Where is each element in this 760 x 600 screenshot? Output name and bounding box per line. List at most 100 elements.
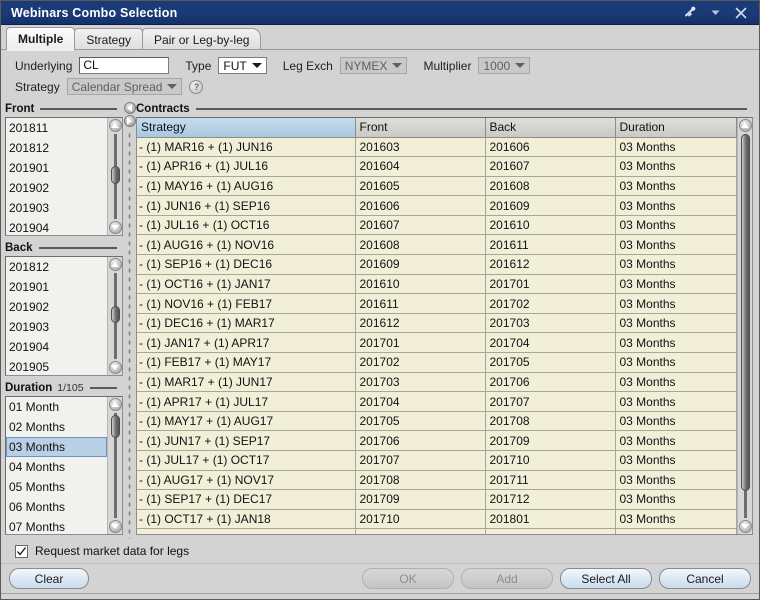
table-row[interactable]: - (1) MAR17 + (1) JUN17 201703 201706 03 Mo… <box>137 372 737 393</box>
list-item[interactable]: 201811 <box>6 118 107 138</box>
list-item[interactable]: 04 Months <box>6 457 107 477</box>
ok-button[interactable]: OK <box>362 568 454 589</box>
title-bar: Webinars Combo Selection <box>1 1 759 25</box>
select-all-button[interactable]: Select All <box>560 568 652 589</box>
cancel-button[interactable]: Cancel <box>659 568 751 589</box>
underlying-input[interactable]: CL <box>79 57 170 74</box>
table-cell-duration: 03 Months <box>615 293 737 314</box>
table-cell-front: 201711 <box>355 528 486 534</box>
list-item[interactable]: 201903 <box>6 198 107 218</box>
table-row[interactable]: - (1) JUN17 + (1) SEP17 201706 201709 03 Mo… <box>137 430 737 451</box>
list-item[interactable]: 06 Months <box>6 497 107 517</box>
list-item[interactable]: 201901 <box>6 277 107 297</box>
chevron-down-icon[interactable] <box>707 5 723 21</box>
contracts-scrollbar[interactable] <box>737 118 752 534</box>
list-item-selected[interactable]: 03 Months <box>6 436 107 457</box>
list-item[interactable]: 02 Months <box>6 417 107 437</box>
contracts-scroll-thumb[interactable] <box>740 134 750 492</box>
pane-splitter[interactable] <box>123 101 136 539</box>
duration-listbox[interactable]: 01 Month 02 Months 03 Months 04 Months 0… <box>5 395 123 535</box>
scroll-up-icon[interactable] <box>108 119 122 132</box>
table-row[interactable]: - (1) OCT16 + (1) JAN17 201610 201701 03 Mo… <box>137 274 737 295</box>
list-item[interactable]: 201905 <box>6 357 107 374</box>
table-row[interactable]: - (1) MAY17 + (1) AUG17 201705 201708 03 Mo… <box>137 411 737 432</box>
back-scroll-track[interactable] <box>110 273 120 359</box>
duration-scrollbar[interactable] <box>107 396 122 534</box>
list-item[interactable]: 201812 <box>6 257 107 277</box>
scroll-down-icon[interactable] <box>108 360 122 374</box>
front-scroll-thumb[interactable] <box>110 166 120 184</box>
scroll-up-icon[interactable] <box>108 258 122 272</box>
scroll-up-icon[interactable] <box>108 397 122 411</box>
table-row[interactable]: - (1) SEP16 + (1) DEC16 201609 201612 03 Mo… <box>137 254 737 275</box>
table-row[interactable]: - (1) MAR16 + (1) JUN16 201603 201606 03 Mo… <box>137 137 737 158</box>
back-scrollbar[interactable] <box>107 257 122 375</box>
list-item[interactable]: 201904 <box>6 337 107 357</box>
table-row[interactable]: - (1) APR17 + (1) JUL17 201704 201707 03 Mo… <box>137 391 737 412</box>
tab-strategy[interactable]: Strategy <box>74 28 144 50</box>
front-scrollbar[interactable] <box>107 118 122 236</box>
list-item[interactable]: 01 Month <box>6 397 107 417</box>
duration-scroll-thumb[interactable] <box>110 415 120 439</box>
table-cell-front: 201709 <box>355 489 486 510</box>
back-scroll-thumb[interactable] <box>110 305 120 324</box>
list-item[interactable]: 05 Months <box>6 477 107 497</box>
column-header-strategy[interactable]: Strategy <box>137 118 356 138</box>
collapse-right-icon[interactable] <box>123 115 136 127</box>
table-row[interactable]: - (1) SEP17 + (1) DEC17 201709 201712 03 Mo… <box>137 489 737 510</box>
contracts-scroll-track[interactable] <box>740 134 750 518</box>
chevron-down-icon <box>515 63 526 68</box>
scroll-up-icon[interactable] <box>738 119 752 132</box>
list-item[interactable]: 201902 <box>6 178 107 198</box>
duration-scroll-track[interactable] <box>110 412 120 518</box>
leg-exch-dropdown[interactable]: NYMEX <box>339 57 408 74</box>
table-cell-front: 201608 <box>355 234 486 256</box>
table-row[interactable]: - (1) JUL16 + (1) OCT16 201607 201610 03 Mo… <box>137 215 737 236</box>
close-icon[interactable] <box>733 5 749 21</box>
column-header-duration[interactable]: Duration <box>615 118 737 138</box>
table-row[interactable]: - (1) FEB17 + (1) MAY17 201702 201705 03 Mo… <box>137 352 737 373</box>
request-market-data-checkbox[interactable] <box>15 544 28 558</box>
table-row[interactable]: - (1) MAY16 + (1) AUG16 201605 201608 03 Mo… <box>137 176 737 197</box>
contracts-table-scroll: Strategy Front Back Duration - (1) MAR16… <box>137 118 737 534</box>
table-row[interactable]: - (1) JAN17 + (1) APR17 201701 201704 03 Mo… <box>137 332 737 354</box>
front-divider <box>40 108 117 110</box>
front-scroll-track[interactable] <box>110 134 120 220</box>
table-cell-duration: 03 Months <box>615 509 737 530</box>
list-item[interactable]: 201903 <box>6 317 107 337</box>
tab-pair-or-leg-by-leg[interactable]: Pair or Leg-by-leg <box>142 28 262 50</box>
table-row[interactable]: - (1) OCT17 + (1) JAN18 201710 201801 03 Mo… <box>137 509 737 530</box>
pin-icon[interactable] <box>681 5 697 21</box>
list-item[interactable]: 201904 <box>6 218 107 235</box>
strategy-dropdown[interactable]: Calendar Spread <box>66 78 183 95</box>
clear-button[interactable]: Clear <box>9 568 89 589</box>
list-item[interactable]: 201902 <box>6 297 107 317</box>
list-item[interactable]: 201901 <box>6 158 107 178</box>
table-row[interactable]: - (1) JUN16 + (1) SEP16 201606 201609 03 Mo… <box>137 195 737 216</box>
collapse-left-icon[interactable] <box>123 102 136 114</box>
type-dropdown[interactable]: FUT <box>218 57 267 74</box>
tab-multiple[interactable]: Multiple <box>6 27 76 51</box>
table-row[interactable]: - (1) JUL17 + (1) OCT17 201707 201710 03 Mo… <box>137 450 737 471</box>
table-row[interactable]: - (1) DEC16 + (1) MAR17 201612 201703 03 Mo… <box>137 313 737 334</box>
table-row[interactable]: - (1) AUG17 + (1) NOV17 201708 201711 03 Mo… <box>137 470 737 491</box>
front-listbox[interactable]: 201811 201812 201901 201902 201903 20190… <box>5 117 123 237</box>
help-icon[interactable]: ? <box>189 79 204 94</box>
column-header-front[interactable]: Front <box>355 118 486 138</box>
back-listbox[interactable]: 201812 201901 201902 201903 201904 20190… <box>5 256 123 376</box>
scroll-down-icon[interactable] <box>738 520 752 533</box>
multiplier-dropdown[interactable]: 1000 <box>478 57 531 74</box>
scroll-down-icon[interactable] <box>108 221 122 235</box>
column-header-back[interactable]: Back <box>485 118 616 138</box>
scroll-down-icon[interactable] <box>108 519 122 533</box>
list-item[interactable]: 07 Months <box>6 517 107 534</box>
table-cell-front: 201605 <box>355 176 486 197</box>
add-button[interactable]: Add <box>461 568 553 589</box>
table-row[interactable]: - (1) NOV17 + (1) FEB1820171120180203 Mo… <box>137 528 737 534</box>
table-row[interactable]: - (1) AUG16 + (1) NOV16 201608 201611 03 Mo… <box>137 234 737 256</box>
splitter-grip[interactable] <box>128 131 131 539</box>
table-cell-front: 201611 <box>355 293 486 314</box>
table-row[interactable]: - (1) NOV16 + (1) FEB17 201611 201702 03 Mo… <box>137 293 737 314</box>
table-row[interactable]: - (1) APR16 + (1) JUL16 201604 201607 03 Mo… <box>137 156 737 177</box>
list-item[interactable]: 201812 <box>6 138 107 158</box>
